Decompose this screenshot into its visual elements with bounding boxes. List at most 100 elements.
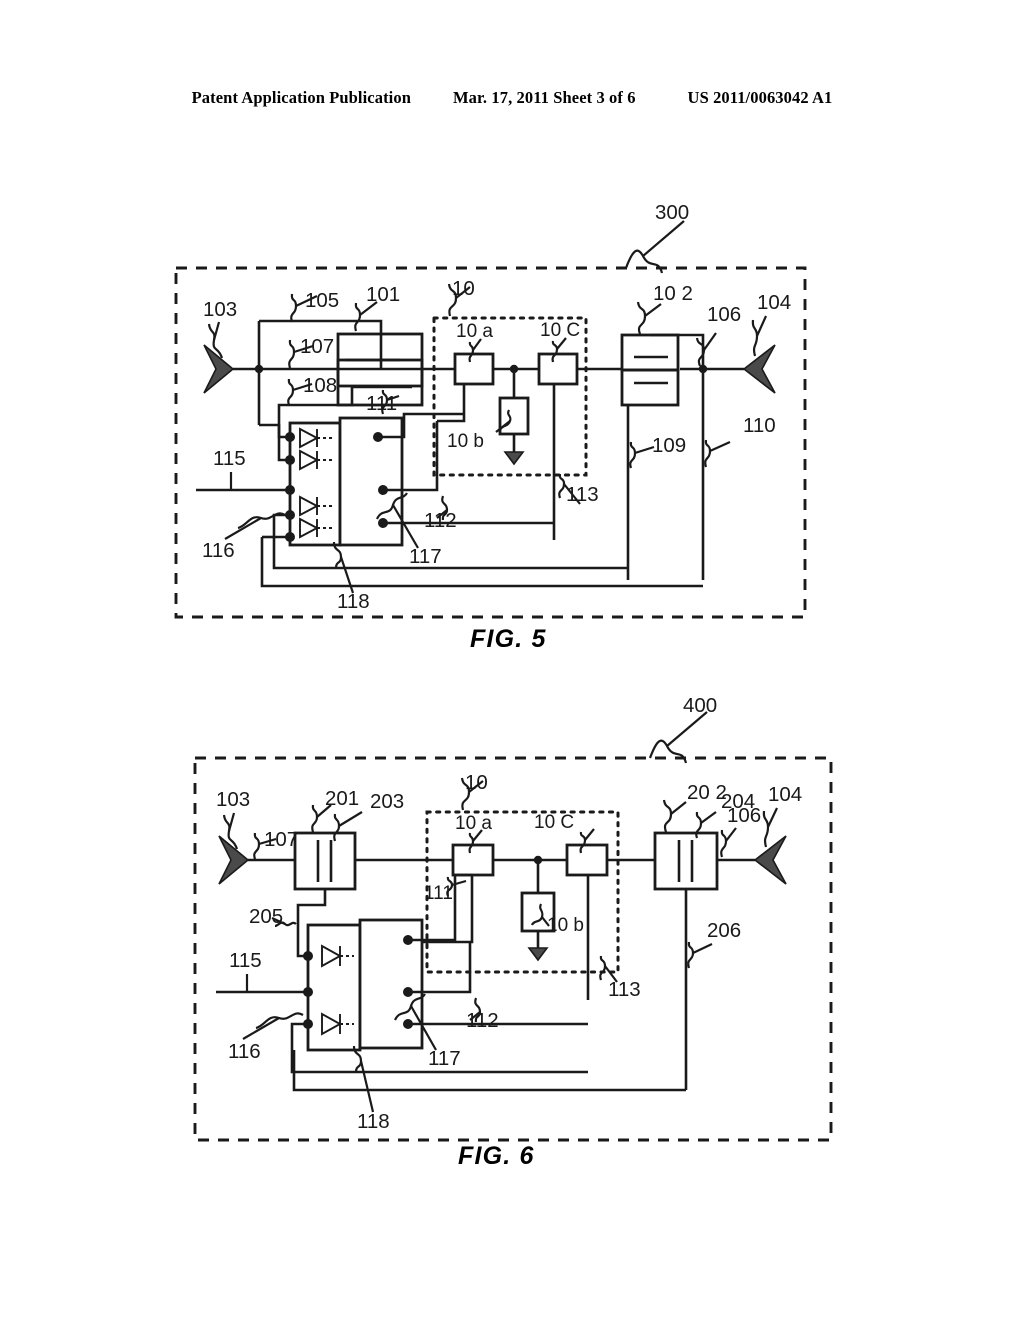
fig6-leader-203-tail — [338, 811, 363, 827]
fig5-label-101: 101 — [366, 283, 400, 306]
fig6-leader-118-tail — [359, 1060, 375, 1113]
fig5-label-103: 103 — [203, 298, 237, 321]
fig5-label-107: 107 — [300, 335, 334, 358]
fig5-label-10a: 10 a — [456, 321, 493, 342]
fig6-return-2 — [292, 1050, 686, 1092]
fig6-leader-202-tail — [670, 801, 687, 815]
fig5-node-10b-tap — [509, 364, 519, 374]
fig5-coupler-102-body-upper — [620, 333, 680, 372]
fig6-leader-202 — [662, 799, 673, 833]
fig6-label-118: 118 — [357, 1110, 390, 1133]
fig5-leader-105 — [290, 293, 298, 323]
fig6-leader-400-tail — [666, 711, 708, 747]
fig6-leader-10c-tail — [584, 828, 595, 841]
fig6-label-205: 205 — [249, 905, 283, 928]
fig5-module-10a-box — [453, 352, 495, 386]
patent-drawing-page: Patent Application Publication Mar. 17, … — [0, 0, 1024, 1320]
fig5-label-118: 118 — [337, 590, 370, 613]
fig5-leader-300-tail — [642, 220, 685, 257]
fig6-label-112: 112 — [466, 1009, 499, 1032]
fig6-capacitor-202-box — [653, 831, 719, 891]
fig6-label-10c: 10 C — [534, 812, 574, 833]
fig5-leader-116-tail — [224, 517, 262, 540]
fig5-leader-107 — [288, 339, 296, 369]
fig6-ground-icon — [527, 947, 549, 962]
fig5-leader-110 — [704, 439, 712, 468]
figure-drawings: 300 103 104 105 101 107 108 10 10 a 10 C… — [174, 201, 833, 1142]
fig5-label-110: 110 — [743, 414, 776, 437]
fig5-leader-106-tail — [703, 332, 717, 351]
fig5-leader-109 — [629, 441, 637, 469]
fig5-coupler-102-body-lower — [620, 368, 680, 407]
fig5-node-right — [698, 364, 708, 374]
fig6-label-206: 206 — [707, 919, 741, 942]
fig6-label-115: 115 — [229, 949, 262, 972]
fig6-label-10: 10 — [465, 771, 488, 794]
fig6-leader-104-tail — [767, 807, 778, 828]
fig6-cap-201-out — [296, 889, 327, 925]
fig5-label-300: 300 — [655, 201, 689, 224]
fig6-label-400: 400 — [683, 694, 717, 717]
fig5-port-right-104-icon — [742, 344, 776, 394]
fig6-label-203: 203 — [370, 790, 404, 813]
fig6-label-107: 107 — [264, 828, 298, 851]
fig5-label-112: 112 — [424, 509, 457, 532]
fig6-leader-116 — [255, 1012, 304, 1030]
fig6-label-104: 104 — [768, 783, 802, 806]
fig5-10a-lower-wire — [437, 384, 466, 423]
fig6-leader-204-tail — [700, 811, 717, 824]
fig6-leader-106-tail — [725, 827, 737, 842]
fig6-caption: FIG. 6 — [458, 1142, 535, 1170]
fig5-label-113: 113 — [566, 483, 599, 506]
fig5-label-117: 117 — [409, 545, 442, 568]
fig5-leader-113 — [558, 473, 566, 499]
fig5-label-116: 116 — [202, 539, 235, 562]
fig6-label-113: 113 — [608, 978, 641, 1001]
fig6-diode-array-118 — [306, 923, 362, 1052]
fig5-leader-104-tail — [755, 315, 768, 337]
fig5-label-102: 10 2 — [653, 282, 693, 305]
fig6-leader-206-tail — [692, 943, 713, 954]
fig6-leader-116-tail — [242, 1017, 280, 1040]
fig5-label-10c: 10 C — [540, 320, 580, 341]
fig5-bus-106-top — [650, 333, 705, 369]
fig6-leader-201 — [311, 804, 319, 833]
fig5-label-108: 108 — [303, 374, 337, 397]
fig5-label-105: 105 — [305, 289, 339, 312]
fig5-label-111: 111 — [366, 392, 397, 415]
fig5-label-104: 104 — [757, 291, 791, 314]
fig6-capacitor-201-box — [293, 831, 357, 891]
fig6-label-117: 117 — [428, 1047, 461, 1070]
fig5-module-10b-box — [498, 396, 530, 436]
fig6-port-right-104-icon — [753, 835, 787, 885]
fig6-label-103: 103 — [216, 788, 250, 811]
fig5-leader-103-tail — [212, 321, 221, 341]
fig5-leader-102 — [636, 301, 647, 335]
fig5-label-109: 109 — [652, 434, 686, 457]
fig5-label-115: 115 — [213, 447, 246, 470]
fig6-node-10b-tap — [533, 855, 543, 865]
fig6-label-106: 106 — [727, 804, 761, 827]
fig5-label-10b: 10 b — [447, 431, 484, 452]
fig6-leader-106 — [720, 829, 728, 858]
fig5-ground-icon — [503, 451, 525, 466]
fig5-leader-104 — [751, 319, 759, 357]
fig6-label-10b: 10 b — [547, 915, 584, 936]
fig6-leader-104 — [762, 810, 770, 848]
fig5-module-10c-box — [537, 352, 579, 386]
fig6-label-201: 201 — [325, 787, 359, 810]
fig5-caption: FIG. 5 — [470, 625, 547, 653]
fig6-label-10a: 10 a — [455, 813, 492, 834]
fig5-leader-102-tail — [644, 303, 662, 317]
fig6-leader-113 — [599, 955, 607, 981]
fig6-label-116: 116 — [228, 1040, 261, 1063]
fig5-leader-110-tail — [709, 440, 731, 453]
fig6-module-10c-box — [565, 843, 609, 877]
fig5-label-10: 10 — [452, 277, 475, 300]
fig5-label-106: 106 — [707, 303, 741, 326]
fig6-leader-107 — [253, 832, 261, 860]
fig6-label-111: 111 — [424, 883, 453, 904]
fig6-leader-103-tail — [227, 812, 236, 832]
fig5-leader-108 — [287, 378, 295, 406]
fig5-leader-101 — [354, 302, 362, 332]
